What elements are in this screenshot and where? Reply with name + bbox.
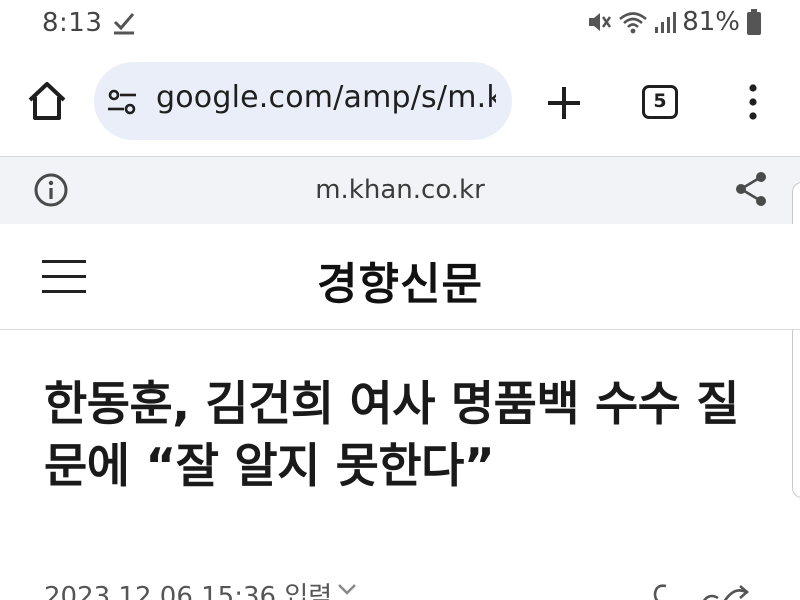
home-icon[interactable] [24,78,70,124]
status-time: 8:13 [42,8,103,38]
wifi-icon [619,12,648,34]
browser-toolbar: google.com/amp/s/m.khan.co.kr 5 [0,50,800,156]
mute-icon [589,13,612,31]
more-menu-icon[interactable] [738,82,768,122]
new-tab-icon[interactable] [544,83,584,123]
site-domain: m.khan.co.kr [315,175,485,205]
status-bar: 8:13 81% [0,0,800,50]
site-settings-icon[interactable] [106,86,138,118]
site-info-bar: m.khan.co.kr [0,157,800,224]
chevron-down-icon[interactable] [336,582,358,596]
signal-icon [655,12,677,33]
battery-icon [747,9,761,35]
article-share-icon[interactable] [700,582,750,600]
address-bar[interactable]: google.com/amp/s/m.khan.co.kr [94,62,512,140]
font-size-icon[interactable] [648,580,676,600]
share-icon[interactable] [734,170,768,208]
site-logo[interactable]: 경향신문 [0,248,800,312]
site-header: 경향신문 [0,224,800,330]
article-meta: 2023.12.06 15:36 입력 [44,576,764,600]
url-text[interactable]: google.com/amp/s/m.khan.co.kr [156,80,496,122]
tab-switcher-button[interactable]: 5 [642,85,678,119]
article-datetime: 2023.12.06 15:36 입력 [44,582,333,600]
status-icons: 81% [586,7,762,37]
article-headline: 한동훈, 김건희 여사 명품백 수수 질문에 “잘 알지 못한다” [44,377,740,494]
check-icon [113,13,135,35]
battery-percent: 81% [682,7,740,37]
